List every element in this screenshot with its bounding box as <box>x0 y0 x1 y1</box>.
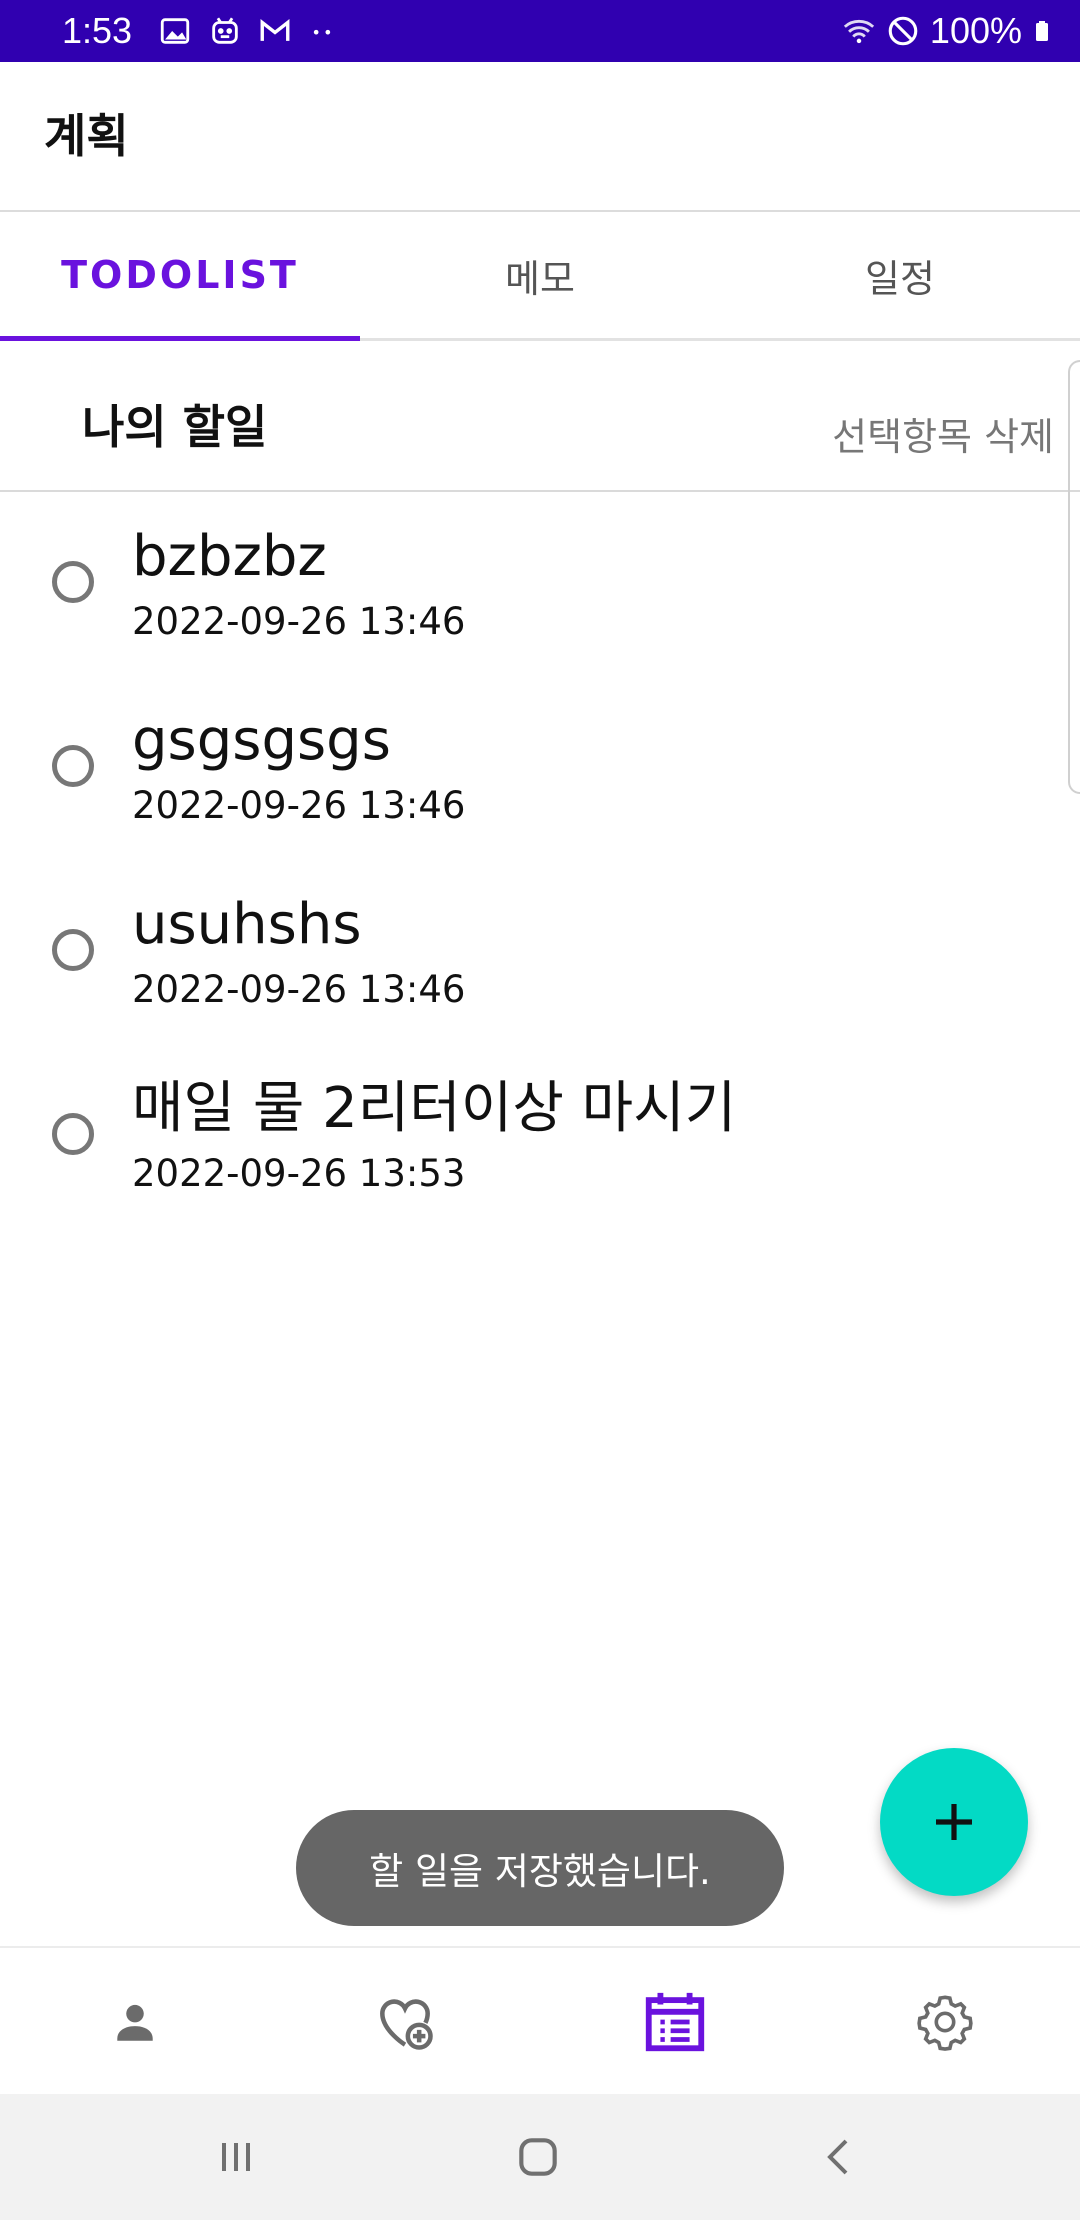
todo-date: 2022-09-26 13:46 <box>132 968 466 1011</box>
toast-message: 할 일을 저장했습니다. <box>296 1810 784 1926</box>
tab-bar: TODOLIST 메모 일정 <box>0 212 1080 341</box>
todo-date: 2022-09-26 13:46 <box>132 600 466 643</box>
tab-todolist[interactable]: TODOLIST <box>0 212 360 341</box>
todo-section-header: 나의 할일 선택항목 삭제 <box>0 340 1080 492</box>
android-icon <box>212 17 238 44</box>
todo-date: 2022-09-26 13:46 <box>132 784 466 827</box>
delete-selected-button[interactable]: 선택항목 삭제 <box>832 414 1054 460</box>
home-icon <box>519 2138 557 2176</box>
gmail-icon <box>260 19 290 41</box>
todo-checkbox[interactable] <box>52 745 94 787</box>
todo-item[interactable]: gsgsgsgs 2022-09-26 13:46 <box>0 676 1080 860</box>
todo-title: 매일 물 2리터이상 마시기 <box>132 1076 737 1141</box>
bottom-navigation <box>0 1946 1080 2096</box>
tab-memo[interactable]: 메모 <box>360 212 720 338</box>
battery-icon <box>1036 21 1048 41</box>
todo-item[interactable]: 매일 물 2리터이상 마시기 2022-09-26 13:53 <box>0 1044 1080 1228</box>
recent-apps-button[interactable] <box>136 2094 336 2220</box>
tab-schedule-label: 일정 <box>865 256 935 301</box>
todo-title: usuhshs <box>132 892 362 957</box>
more-dots-icon <box>313 29 331 35</box>
todo-item[interactable]: usuhshs 2022-09-26 13:46 <box>0 860 1080 1044</box>
todo-date: 2022-09-26 13:53 <box>132 1152 466 1195</box>
page-title: 계획 <box>44 109 129 163</box>
calendar-list-icon <box>645 1992 705 2052</box>
recent-apps-icon <box>222 2143 250 2171</box>
tab-todolist-label: TODOLIST <box>61 253 299 297</box>
battery-percent: 100% <box>929 10 1022 51</box>
tab-schedule[interactable]: 일정 <box>720 212 1080 338</box>
todo-checkbox[interactable] <box>52 929 94 971</box>
todo-checkbox[interactable] <box>52 1113 94 1155</box>
add-todo-button[interactable] <box>880 1748 1028 1896</box>
todo-checkbox[interactable] <box>52 561 94 603</box>
todo-list: bzbzbz 2022-09-26 13:46 gsgsgsgs 2022-09… <box>0 492 1080 1228</box>
tab-memo-label: 메모 <box>505 256 575 301</box>
app-bar: 계획 <box>0 62 1080 212</box>
home-button[interactable] <box>438 2094 638 2220</box>
plus-icon <box>936 1804 972 1840</box>
do-not-disturb-icon <box>888 16 918 46</box>
section-title: 나의 할일 <box>82 400 268 454</box>
notification-icons <box>158 14 336 48</box>
todo-title: bzbzbz <box>132 524 327 589</box>
back-button[interactable] <box>740 2094 940 2220</box>
heart-plus-icon <box>380 1999 433 2050</box>
nav-settings[interactable] <box>810 1948 1080 2096</box>
nav-profile[interactable] <box>0 1948 270 2096</box>
person-icon <box>117 2004 153 2041</box>
toast-text: 할 일을 저장했습니다. <box>369 1850 711 1893</box>
gear-icon <box>917 1995 973 2051</box>
status-bar: 1:53 100% <box>0 0 1080 62</box>
nav-health[interactable] <box>270 1948 540 2096</box>
status-time: 1:53 <box>62 10 133 51</box>
back-icon <box>827 2139 848 2175</box>
system-navigation-bar <box>0 2094 1080 2220</box>
todo-item[interactable]: bzbzbz 2022-09-26 13:46 <box>0 492 1080 676</box>
todo-title: gsgsgsgs <box>132 708 391 773</box>
gallery-icon <box>160 18 190 44</box>
system-status-icons: 100% <box>842 10 1056 52</box>
nav-planner[interactable] <box>540 1948 810 2096</box>
wifi-icon <box>843 19 875 44</box>
